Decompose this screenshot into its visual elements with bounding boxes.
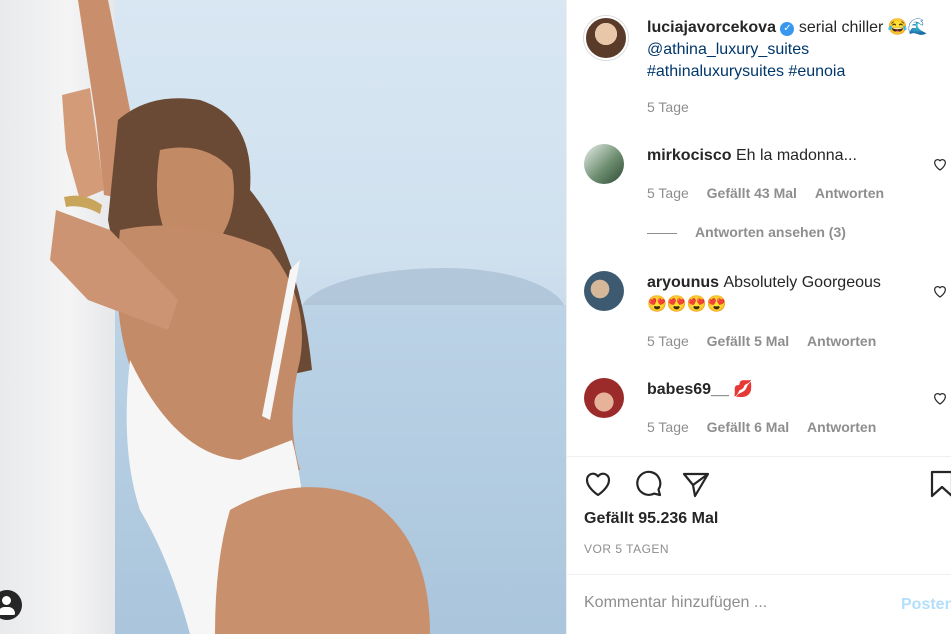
comment-item: aryounus Absolutely Goorgeous 😍😍😍😍 [647,272,927,316]
comment-meta: 5 Tage Gefällt 6 Mal Antworten [647,419,890,435]
commenter-avatar[interactable] [584,271,624,311]
caption-mention[interactable]: @athina_luxury_suites [647,41,809,58]
comment-like-heart-icon[interactable] [932,156,948,172]
comment-box-divider [567,574,951,575]
comment-meta: 5 Tage Gefällt 5 Mal Antworten [647,333,890,349]
comment-item: mirkocisco Eh la madonna... [647,145,927,167]
commenter-avatar[interactable] [584,378,624,418]
post-date[interactable]: VOR 5 TAGEN [584,542,669,556]
post-caption: luciajavorcekova ✓ serial chiller 😂🌊 @at… [647,17,947,83]
comment-text: 💋 [733,381,754,398]
bookmark-icon[interactable] [926,468,951,500]
author-username[interactable]: luciajavorcekova [647,19,776,36]
comment-reply-button[interactable]: Antworten [815,185,884,201]
verified-badge-icon: ✓ [780,22,795,36]
post-sidebar: luciajavorcekova ✓ serial chiller 😂🌊 @at… [566,0,951,634]
comment-icon[interactable] [632,468,664,500]
comment-age[interactable]: 5 Tage [647,185,689,201]
author-avatar[interactable] [584,16,628,60]
comment-likes[interactable]: Gefällt 43 Mal [707,185,797,201]
caption-age[interactable]: 5 Tage [647,99,689,115]
photo-subject [50,0,430,634]
comment-item: babes69__ 💋 [647,379,927,401]
comment-text: Absolutely Goorgeous [723,274,881,291]
share-icon[interactable] [680,468,712,500]
comment-like-heart-icon[interactable] [932,390,948,406]
caption-text: serial chiller 😂🌊 [798,19,928,36]
comment-input[interactable] [584,594,884,612]
caption-meta: 5 Tage [647,99,703,115]
comment-likes[interactable]: Gefällt 5 Mal [707,333,789,349]
likes-count[interactable]: Gefällt 95.236 Mal [584,510,718,528]
actions-divider [567,456,951,457]
comment-username[interactable]: aryounus [647,274,719,291]
comment-username[interactable]: babes69__ [647,381,729,398]
view-replies[interactable]: Antworten ansehen (3) [647,224,846,240]
comment-emoji-text: 😍😍😍😍 [647,296,727,313]
view-replies-label[interactable]: Antworten ansehen (3) [695,224,846,240]
replies-divider [647,232,677,234]
comment-text: Eh la madonna... [735,147,857,164]
comment-reply-button[interactable]: Antworten [807,333,876,349]
commenter-avatar[interactable] [584,144,624,184]
comment-meta: 5 Tage Gefällt 43 Mal Antworten [647,185,898,201]
comment-like-heart-icon[interactable] [932,283,948,299]
comment-age[interactable]: 5 Tage [647,419,689,435]
caption-hashtags[interactable]: #athinaluxurysuites #eunoia [647,63,845,80]
heart-icon[interactable] [582,468,614,500]
post-photo[interactable] [0,0,566,634]
comment-age[interactable]: 5 Tage [647,333,689,349]
comment-username[interactable]: mirkocisco [647,147,731,164]
post-comment-button[interactable]: Posten [901,596,951,614]
comment-likes[interactable]: Gefällt 6 Mal [707,419,789,435]
comment-reply-button[interactable]: Antworten [807,419,876,435]
